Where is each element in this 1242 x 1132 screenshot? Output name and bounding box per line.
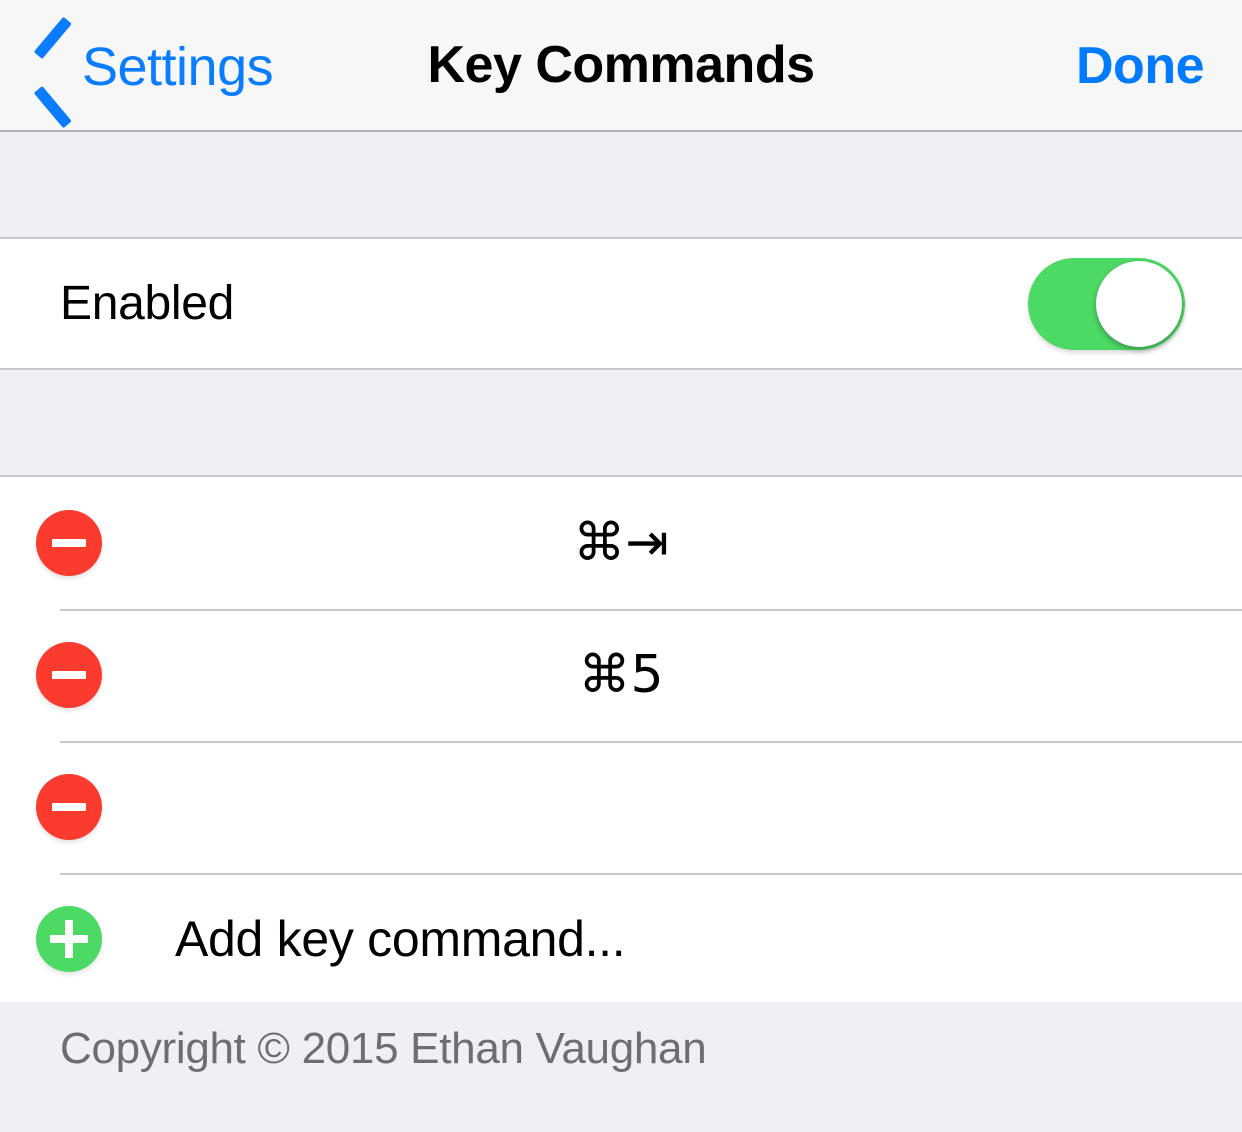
add-key-command-label: Add key command...: [175, 911, 626, 967]
key-commands-section: ⌘⇥ ⌘5 Add key command...: [0, 475, 1242, 1005]
minus-circle-icon[interactable]: [36, 774, 102, 840]
section-spacer-top: [0, 132, 1242, 237]
enabled-label: Enabled: [60, 277, 235, 330]
settings-screen: Settings Key Commands Done Enabled ⌘⇥ ⌘5…: [0, 0, 1242, 1132]
done-button[interactable]: Done: [1076, 0, 1205, 130]
key-command-label: ⌘⇥: [573, 513, 669, 573]
plus-circle-icon[interactable]: [36, 906, 102, 972]
plus-glyph: [50, 920, 88, 958]
key-command-row[interactable]: ⌘⇥: [0, 477, 1242, 609]
section-spacer-middle: [0, 370, 1242, 475]
enabled-row[interactable]: Enabled: [0, 239, 1242, 368]
key-command-row[interactable]: ⌘5: [0, 609, 1242, 741]
page-title: Key Commands: [427, 36, 816, 94]
key-command-label: ⌘5: [578, 645, 664, 705]
footer: Copyright © 2015 Ethan Vaughan: [0, 1002, 1242, 1132]
minus-glyph: [52, 803, 86, 811]
key-command-row[interactable]: [0, 741, 1242, 873]
add-key-command-row[interactable]: Add key command...: [0, 873, 1242, 1005]
navigation-bar: Settings Key Commands Done: [0, 0, 1242, 132]
copyright-text: Copyright © 2015 Ethan Vaughan: [60, 1024, 707, 1073]
toggle-knob: [1096, 260, 1182, 347]
enabled-toggle[interactable]: [1028, 257, 1185, 350]
enabled-section: Enabled: [0, 237, 1242, 370]
